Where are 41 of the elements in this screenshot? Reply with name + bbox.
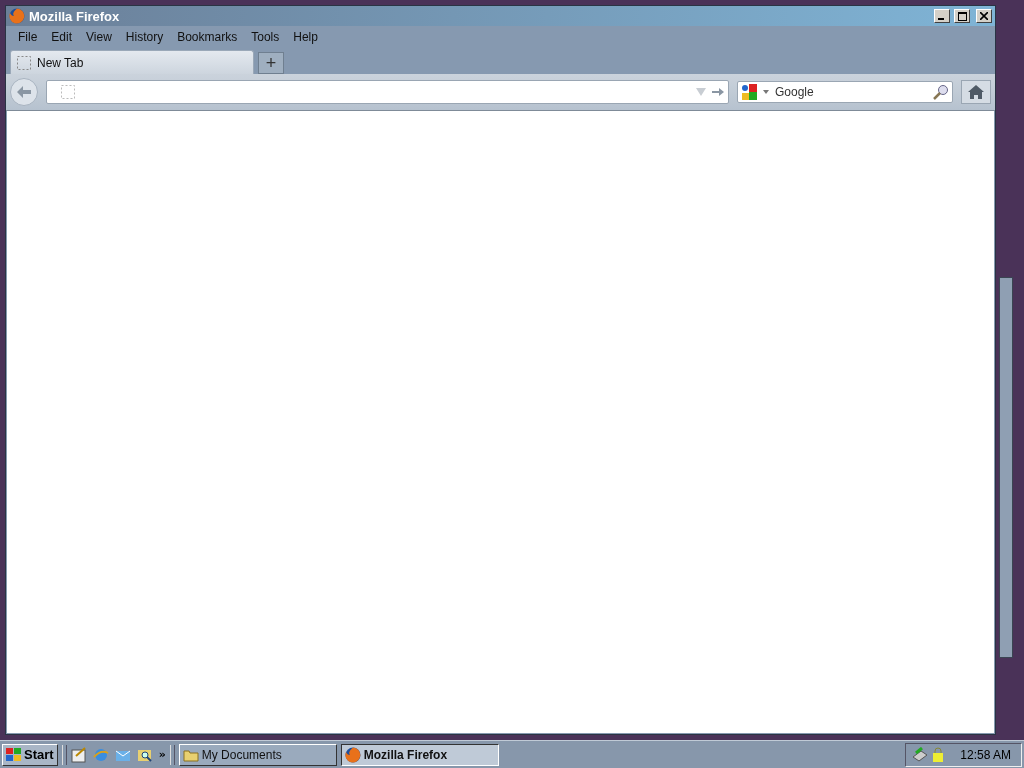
firefox-icon — [9, 8, 25, 24]
lock-icon[interactable] — [932, 746, 945, 763]
browser-tab[interactable]: New Tab — [10, 50, 254, 74]
menu-item[interactable]: History — [119, 30, 172, 44]
search-bar[interactable]: Google — [737, 81, 953, 103]
close-icon — [980, 12, 988, 20]
clock: 12:58 AM — [960, 747, 1011, 762]
minimize-button[interactable] — [934, 9, 950, 23]
window-title: Mozilla Firefox — [29, 8, 121, 24]
home-icon — [967, 84, 985, 100]
desktop-icon[interactable] — [70, 746, 87, 763]
blank-page-icon — [61, 85, 75, 99]
home-button[interactable] — [961, 80, 991, 104]
search-icon[interactable] — [933, 84, 949, 100]
menu-item[interactable]: Tools — [245, 30, 288, 44]
dropdown-icon[interactable] — [763, 90, 769, 94]
new-tab-button[interactable]: + — [258, 52, 284, 74]
start-button[interactable]: Start — [2, 743, 58, 766]
maximize-icon — [957, 11, 967, 21]
go-arrow-icon[interactable] — [712, 87, 724, 97]
menu-item[interactable]: Bookmarks — [171, 30, 246, 44]
colored-squares-icon — [741, 83, 759, 101]
close-button[interactable] — [976, 9, 992, 23]
folder-icon — [182, 747, 199, 762]
firefox-icon — [344, 746, 361, 763]
windows-logo-icon — [6, 747, 22, 762]
menu-item[interactable]: Edit — [45, 30, 81, 44]
menu-item[interactable]: File — [12, 30, 46, 44]
menu-item[interactable]: Help — [287, 30, 326, 44]
tab-label: New Tab — [37, 55, 84, 70]
back-button[interactable] — [10, 78, 38, 106]
taskbar-button[interactable]: Mozilla Firefox — [340, 743, 499, 766]
maximize-button[interactable] — [954, 9, 970, 23]
taskbar-button[interactable]: My Documents — [178, 743, 337, 766]
network-icon[interactable] — [912, 746, 929, 763]
blank-page-icon — [17, 55, 31, 70]
back-arrow-icon — [16, 85, 32, 99]
more-chevron[interactable]: » — [158, 748, 166, 761]
scrollbar[interactable] — [999, 277, 1013, 658]
menu-item[interactable]: View — [80, 30, 120, 44]
address-field[interactable] — [46, 80, 729, 104]
